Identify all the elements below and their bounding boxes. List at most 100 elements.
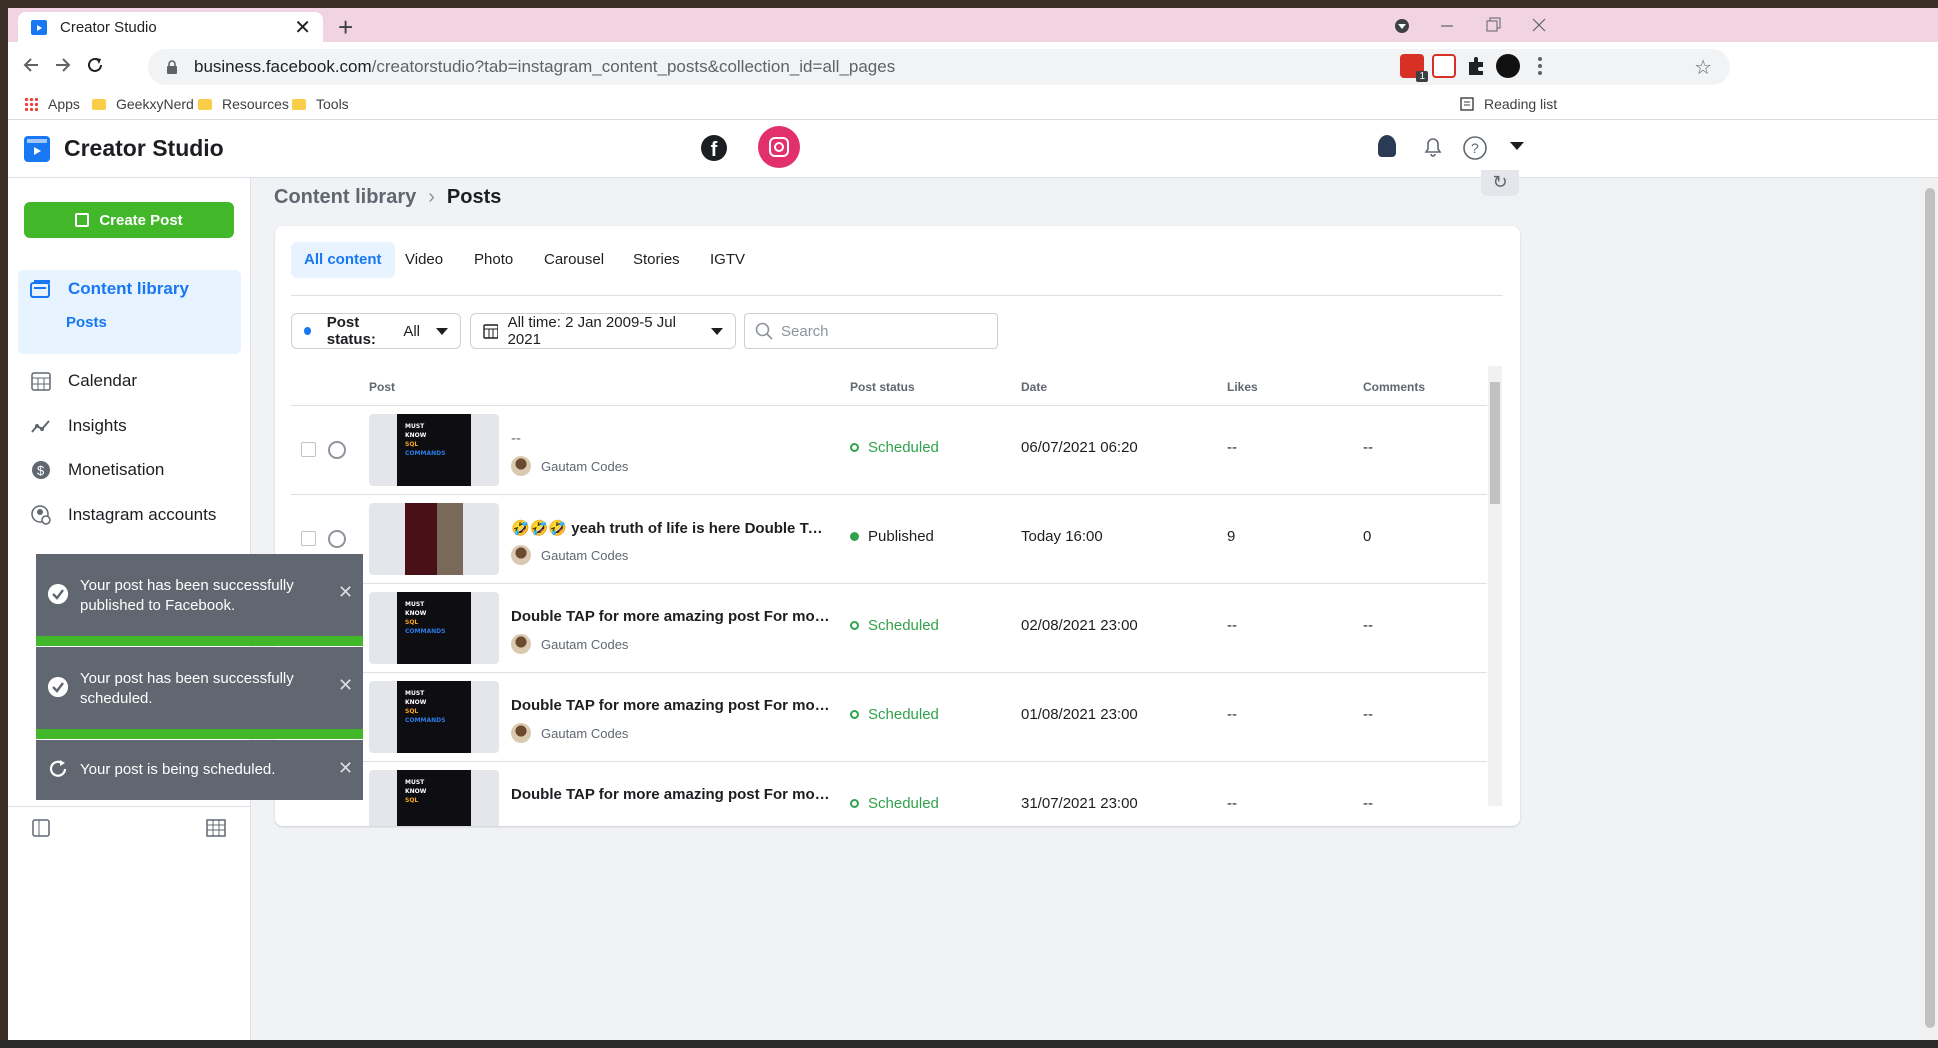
address-bar[interactable]: business.facebook.com/creatorstudio?tab=…	[148, 49, 1730, 85]
close-icon[interactable]: ✕	[338, 675, 353, 696]
url-host: business.facebook.com	[194, 57, 372, 76]
close-icon[interactable]: ✕	[338, 582, 353, 603]
bookmark-geekxynerd[interactable]: GeekxyNerd	[92, 96, 194, 112]
sidebar-item-calendar[interactable]: Calendar	[30, 370, 137, 392]
sidebar-subitem-posts[interactable]: Posts	[66, 314, 107, 331]
tab-video[interactable]: Video	[392, 242, 456, 278]
extensions-puzzle-icon[interactable]	[1464, 54, 1488, 78]
bookmark-apps[interactable]: Apps	[24, 96, 80, 112]
close-icon[interactable]: ✕	[338, 758, 353, 779]
column-post[interactable]: Post	[369, 380, 395, 394]
facebook-icon[interactable]: f	[701, 135, 727, 161]
tab-all-content[interactable]: All content	[291, 242, 395, 278]
refresh-icon[interactable]: ↻	[1481, 170, 1519, 196]
breadcrumb-parent[interactable]: Content library	[274, 186, 416, 208]
status-label: Published	[868, 528, 934, 545]
content-library-icon	[30, 278, 52, 300]
post-title[interactable]: --	[511, 430, 831, 447]
page-scrollbar-thumb[interactable]	[1925, 188, 1935, 1028]
row-checkbox[interactable]	[301, 531, 316, 546]
extension-badge-icon[interactable]: 1	[1400, 54, 1428, 82]
sidebar-item-content-library[interactable]: Content library	[30, 278, 189, 300]
post-title[interactable]: Double TAP for more amazing post For mor…	[511, 786, 831, 803]
post-thumbnail[interactable]	[369, 503, 499, 575]
profile-avatar[interactable]	[1496, 54, 1520, 78]
creator-studio-favicon-icon	[31, 20, 47, 35]
close-tab-icon[interactable]: ✕	[294, 15, 311, 40]
post-status-filter[interactable]: Post status: All	[291, 313, 461, 349]
table-row[interactable]: MUST KNOW SQL COMMANDS Double TAP for more …	[291, 673, 1487, 762]
column-date[interactable]: Date	[1021, 380, 1047, 394]
profile-menu-icon[interactable]	[1393, 17, 1411, 35]
scheduled-status-icon	[850, 443, 859, 452]
post-title[interactable]: Double TAP for more amazing post For mor…	[511, 608, 831, 625]
lock-icon	[167, 60, 177, 74]
tab-igtv[interactable]: IGTV	[697, 242, 758, 278]
post-title[interactable]: 🤣🤣🤣 yeah truth of life is here Double TA…	[511, 519, 831, 537]
instagram-icon[interactable]	[758, 126, 800, 168]
search-box	[744, 313, 998, 349]
post-title[interactable]: Double TAP for more amazing post For mor…	[511, 697, 831, 714]
row-checkbox[interactable]	[301, 442, 316, 457]
table-scrollbar[interactable]	[1488, 366, 1502, 806]
sidebar-item-monetisation[interactable]: $ Monetisation	[30, 459, 164, 481]
toast-message: Your post has been successfully schedule…	[80, 670, 294, 707]
table-scrollbar-thumb[interactable]	[1490, 382, 1500, 504]
date-range-filter[interactable]: All time: 2 Jan 2009-5 Jul 2021	[470, 313, 736, 349]
post-comments: 0	[1363, 528, 1372, 545]
post-thumbnail[interactable]: MUST KNOW SQL	[369, 770, 499, 826]
tab-stories[interactable]: Stories	[620, 242, 693, 278]
notifications-bell-icon[interactable]	[1422, 135, 1444, 159]
column-comments[interactable]: Comments	[1363, 380, 1425, 394]
chevron-right-icon: ›	[428, 186, 435, 208]
search-input[interactable]	[781, 322, 981, 340]
column-post-status[interactable]: Post status	[850, 380, 915, 394]
bookmark-label: GeekxyNerd	[116, 96, 194, 112]
table-row[interactable]: MUST KNOW SQL COMMANDS Double TAP for more …	[291, 584, 1487, 673]
browser-tab[interactable]: Creator Studio ✕	[18, 12, 323, 42]
help-icon[interactable]: ?	[1462, 135, 1488, 161]
bookmark-resources[interactable]: Resources	[198, 96, 289, 112]
bookmark-star-icon[interactable]: ☆	[1694, 55, 1712, 80]
chrome-menu-icon[interactable]	[1528, 54, 1552, 78]
reload-icon[interactable]	[86, 56, 104, 74]
tab-carousel[interactable]: Carousel	[531, 242, 617, 278]
create-post-button[interactable]: Create Post	[24, 202, 234, 238]
reading-list-button[interactable]: Reading list	[1460, 96, 1557, 112]
restore-icon[interactable]	[1484, 16, 1502, 34]
bookmark-tools[interactable]: Tools	[292, 96, 349, 112]
svg-text:?: ?	[1471, 140, 1479, 156]
tab-photo[interactable]: Photo	[461, 242, 526, 278]
extension-upload-icon[interactable]	[1432, 54, 1456, 78]
collapse-sidebar-icon[interactable]	[32, 819, 50, 837]
post-thumbnail[interactable]: MUST KNOW SQL COMMANDS	[369, 592, 499, 664]
app-header: Creator Studio f ?	[8, 120, 1938, 178]
table-row[interactable]: MUST KNOW SQL COMMANDS -- Gautam Codes Sche…	[291, 406, 1487, 495]
forward-icon[interactable]	[54, 56, 72, 74]
toast-published: Your post has been successfully publishe…	[36, 554, 363, 646]
post-author: Gautam Codes	[511, 634, 628, 654]
account-dropdown-icon[interactable]	[1510, 142, 1524, 152]
post-thumbnail[interactable]: MUST KNOW SQL COMMANDS	[369, 681, 499, 753]
create-post-label: Create Post	[99, 211, 183, 229]
table-view-icon[interactable]	[206, 819, 226, 837]
table-row[interactable]: 🤣🤣🤣 yeah truth of life is here Double TA…	[291, 495, 1487, 584]
new-tab-button[interactable]: +	[338, 12, 353, 43]
sidebar-item-instagram-accounts[interactable]: Instagram accounts	[30, 504, 216, 526]
post-date: 02/08/2021 23:00	[1021, 617, 1138, 634]
back-icon[interactable]	[22, 56, 40, 74]
folder-icon	[198, 98, 212, 110]
sidebar-item-label: Insights	[68, 416, 127, 435]
table-row[interactable]: MUST KNOW SQL Double TAP for more amazing …	[291, 762, 1487, 826]
minimize-icon[interactable]	[1438, 16, 1456, 34]
post-thumbnail[interactable]: MUST KNOW SQL COMMANDS	[369, 414, 499, 486]
column-likes[interactable]: Likes	[1227, 380, 1258, 394]
creator-studio-logo-icon[interactable]	[24, 136, 50, 162]
sidebar-item-label: Instagram accounts	[68, 505, 217, 524]
bookmark-label: Tools	[316, 96, 349, 112]
sidebar-item-insights[interactable]: Insights	[30, 415, 127, 437]
thumbnail-image: MUST KNOW SQL COMMANDS	[397, 414, 471, 486]
page-scrollbar[interactable]	[1922, 178, 1938, 1040]
user-avatar[interactable]	[1378, 135, 1396, 157]
window-close-icon[interactable]	[1530, 16, 1548, 34]
